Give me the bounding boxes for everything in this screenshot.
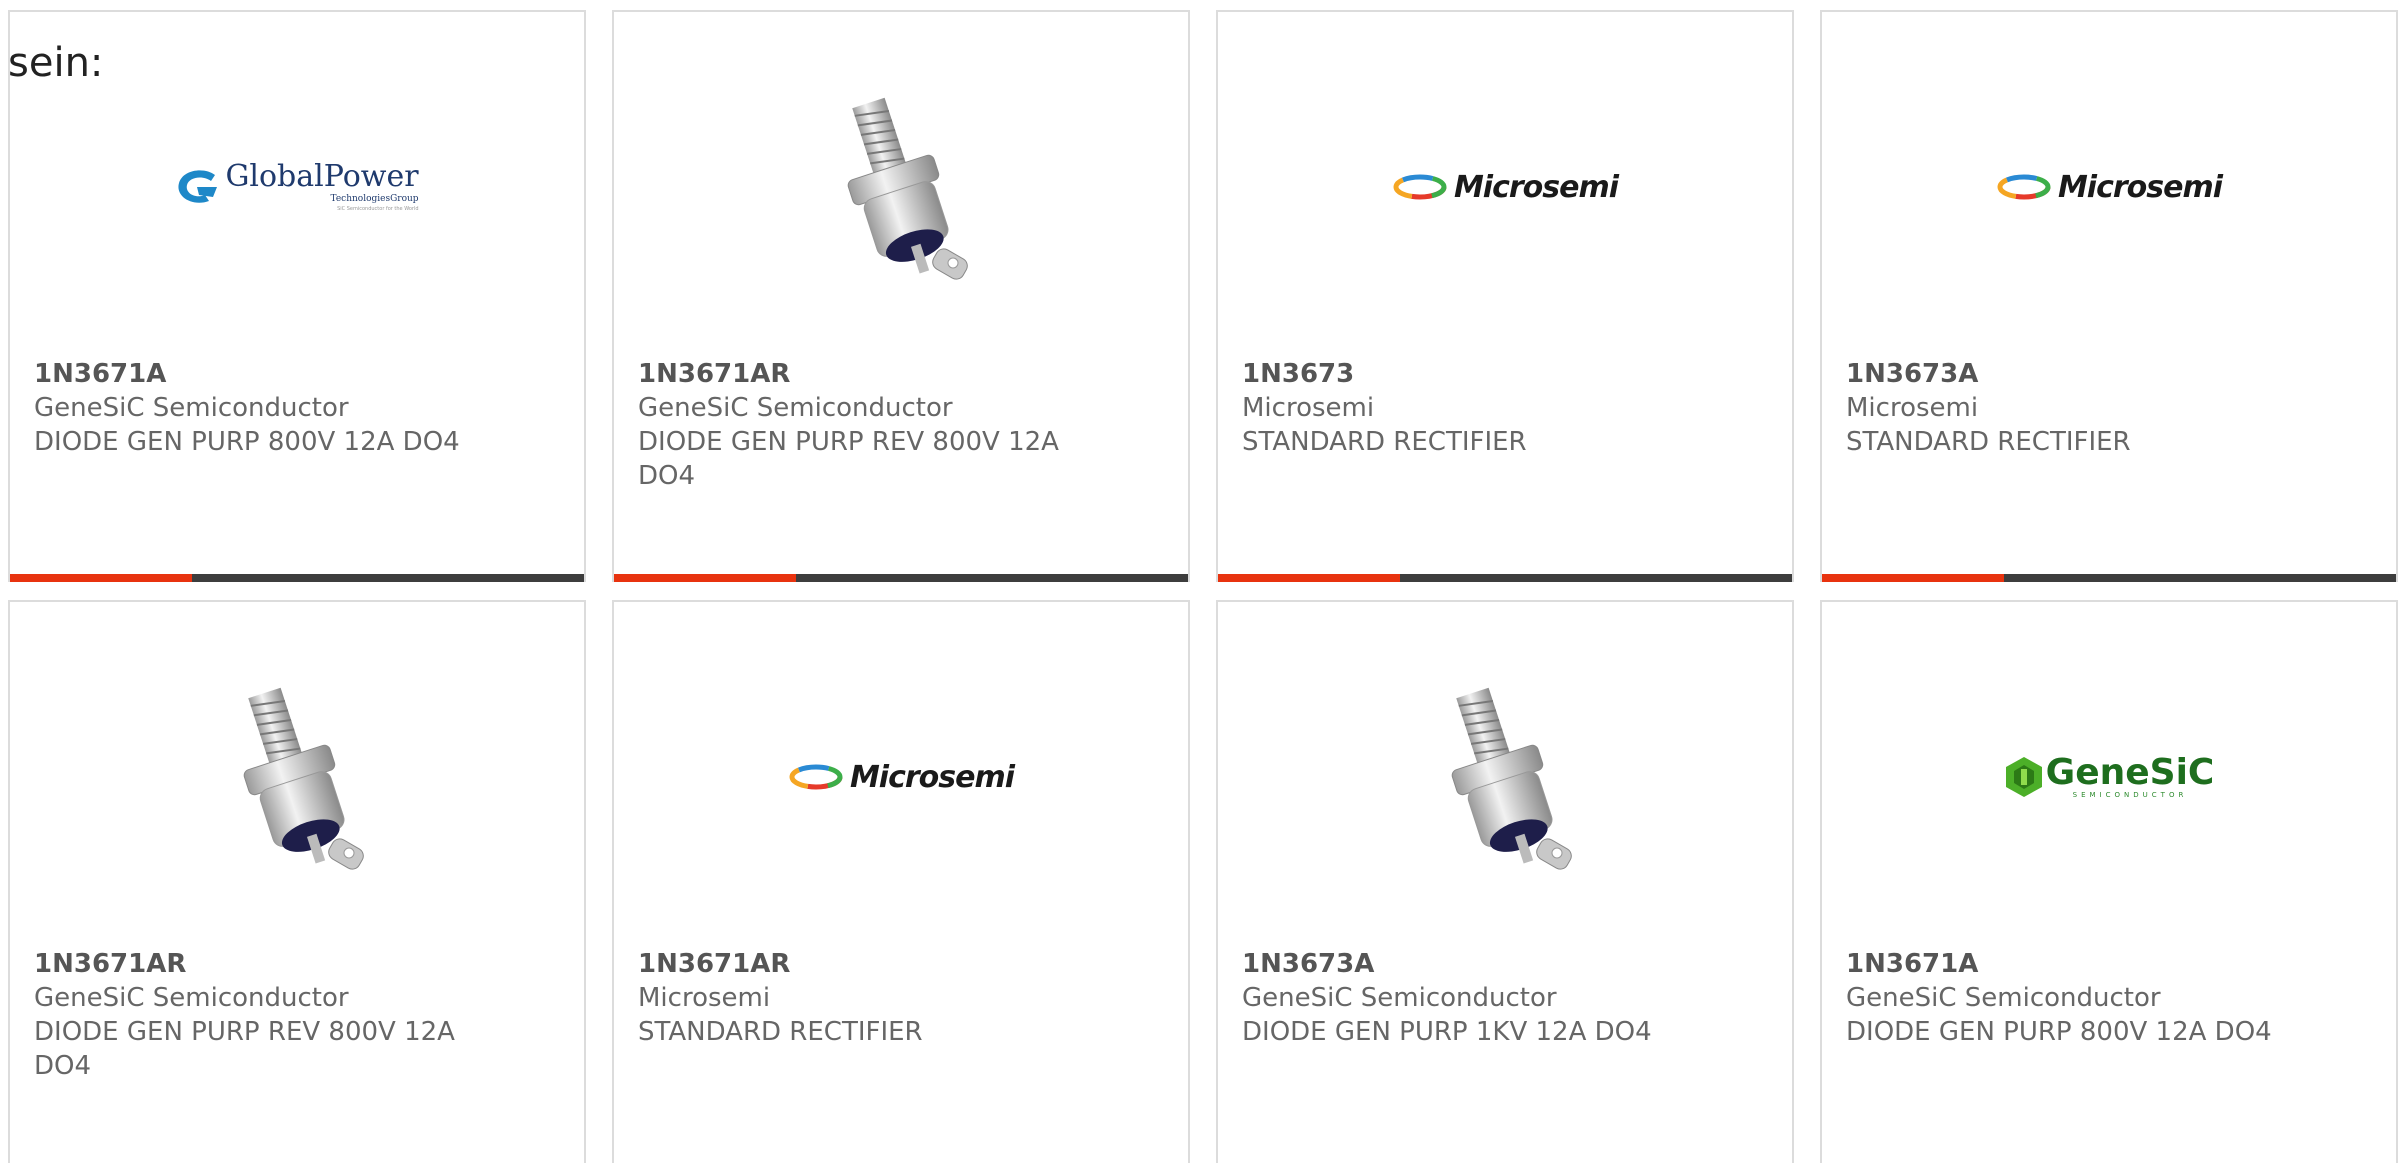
product-card[interactable]: Microsemi 1N3673 Microsemi STANDARD RECT…	[1216, 10, 1794, 582]
card-footer-bar	[614, 574, 1188, 582]
product-info: 1N3671A GeneSiC Semiconductor DIODE GEN …	[1846, 947, 2296, 1049]
card-footer-bar	[10, 574, 584, 582]
manufacturer-name: Microsemi	[638, 983, 771, 1013]
section-heading: sein:	[8, 40, 104, 86]
microsemi-swirl-icon	[1393, 174, 1447, 200]
product-card[interactable]: Microsemi 1N3671AR Microsemi STANDARD RE…	[612, 600, 1190, 1163]
product-info: 1N3671AR GeneSiC Semiconductor DIODE GEN…	[34, 947, 484, 1083]
globalpower-swoosh-icon	[178, 170, 218, 203]
product-image[interactable]: Microsemi	[1822, 72, 2396, 302]
card-footer-bar	[1822, 574, 2396, 582]
stud-diode-photo	[1451, 687, 1572, 870]
genesic-logo: GeneSiC SEMICONDUCTOR	[2004, 755, 2214, 799]
manufacturer-name: Microsemi	[1242, 393, 1375, 423]
product-description: DIODE GEN PURP 800V 12A DO4	[1846, 1017, 2272, 1047]
part-number-link[interactable]: 1N3673	[1242, 357, 1692, 391]
product-info: 1N3671A GeneSiC Semiconductor DIODE GEN …	[34, 357, 484, 459]
microsemi-logo: Microsemi	[788, 760, 1015, 795]
stud-diode-photo	[847, 97, 968, 280]
manufacturer-name: GeneSiC Semiconductor	[34, 983, 349, 1013]
genesic-hexagon-icon	[2005, 757, 2042, 797]
manufacturer-name: GeneSiC Semiconductor	[1242, 983, 1557, 1013]
product-card[interactable]: Microsemi 1N3673A Microsemi STANDARD REC…	[1820, 10, 2398, 582]
product-card[interactable]: 1N3673A GeneSiC Semiconductor DIODE GEN …	[1216, 600, 1794, 1163]
globalpower-logo: GlobalPower TechnologiesGroup SiC Semico…	[175, 162, 419, 212]
product-image[interactable]: GeneSiC SEMICONDUCTOR	[1822, 662, 2396, 892]
microsemi-swirl-icon	[1997, 174, 2051, 200]
part-number-link[interactable]: 1N3671AR	[34, 947, 484, 981]
product-description: STANDARD RECTIFIER	[638, 1017, 923, 1047]
part-number-link[interactable]: 1N3671A	[1846, 947, 2296, 981]
product-image[interactable]	[614, 72, 1188, 302]
product-info: 1N3673A GeneSiC Semiconductor DIODE GEN …	[1242, 947, 1692, 1049]
product-description: DIODE GEN PURP 1KV 12A DO4	[1242, 1017, 1652, 1047]
product-image[interactable]	[10, 662, 584, 892]
microsemi-logo: Microsemi	[1996, 170, 2223, 205]
manufacturer-name: Microsemi	[1846, 393, 1979, 423]
card-footer-bar	[1218, 574, 1792, 582]
product-info: 1N3673 Microsemi STANDARD RECTIFIER	[1242, 357, 1692, 459]
product-card[interactable]: GeneSiC SEMICONDUCTOR 1N3671A GeneSiC Se…	[1820, 600, 2398, 1163]
product-info: 1N3671AR GeneSiC Semiconductor DIODE GEN…	[638, 357, 1088, 493]
part-number-link[interactable]: 1N3673A	[1242, 947, 1692, 981]
manufacturer-name: GeneSiC Semiconductor	[1846, 983, 2161, 1013]
part-number-link[interactable]: 1N3671A	[34, 357, 484, 391]
product-description: STANDARD RECTIFIER	[1242, 427, 1527, 457]
microsemi-logo: Microsemi	[1392, 170, 1619, 205]
product-description: DIODE GEN PURP 800V 12A DO4	[34, 427, 460, 457]
product-card[interactable]: 1N3671AR GeneSiC Semiconductor DIODE GEN…	[8, 600, 586, 1163]
part-number-link[interactable]: 1N3673A	[1846, 357, 2296, 391]
product-info: 1N3671AR Microsemi STANDARD RECTIFIER	[638, 947, 1088, 1049]
product-image[interactable]: Microsemi	[1218, 72, 1792, 302]
manufacturer-name: GeneSiC Semiconductor	[638, 393, 953, 423]
product-description: DIODE GEN PURP REV 800V 12A DO4	[638, 427, 1059, 491]
product-image[interactable]: Microsemi	[614, 662, 1188, 892]
product-description: STANDARD RECTIFIER	[1846, 427, 2131, 457]
microsemi-swirl-icon	[789, 764, 843, 790]
manufacturer-name: GeneSiC Semiconductor	[34, 393, 349, 423]
product-info: 1N3673A Microsemi STANDARD RECTIFIER	[1846, 357, 2296, 459]
product-card[interactable]: GlobalPower TechnologiesGroup SiC Semico…	[8, 10, 586, 582]
stud-diode-photo	[243, 687, 364, 870]
product-card[interactable]: 1N3671AR GeneSiC Semiconductor DIODE GEN…	[612, 10, 1190, 582]
part-number-link[interactable]: 1N3671AR	[638, 947, 1088, 981]
part-number-link[interactable]: 1N3671AR	[638, 357, 1088, 391]
product-image[interactable]: GlobalPower TechnologiesGroup SiC Semico…	[10, 72, 584, 302]
product-description: DIODE GEN PURP REV 800V 12A DO4	[34, 1017, 455, 1081]
product-image[interactable]	[1218, 662, 1792, 892]
